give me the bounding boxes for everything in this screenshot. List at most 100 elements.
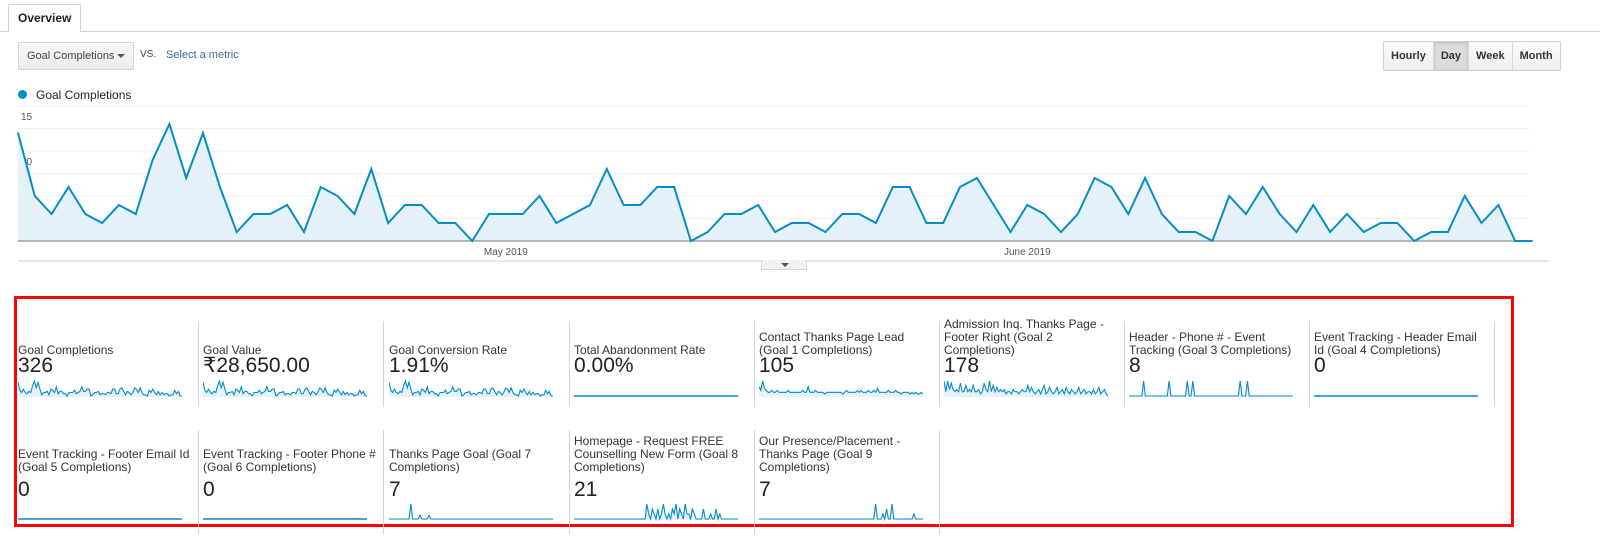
data-point[interactable] <box>555 222 558 224</box>
data-point[interactable] <box>723 213 726 215</box>
scorecard[interactable]: Thanks Page Goal (Goal 7 Completions) 7 <box>385 430 570 534</box>
data-point[interactable] <box>589 204 591 206</box>
data-point[interactable] <box>841 213 844 215</box>
scorecard[interactable]: Contact Thanks Page Lead (Goal 1 Complet… <box>755 321 940 407</box>
period-week-button[interactable]: Week <box>1469 42 1513 70</box>
period-hourly-button[interactable]: Hourly <box>1384 42 1434 70</box>
data-point[interactable] <box>790 222 793 224</box>
data-point[interactable] <box>656 186 659 188</box>
data-point[interactable] <box>303 231 305 233</box>
data-point[interactable] <box>1127 213 1130 215</box>
data-point[interactable] <box>975 177 978 179</box>
scorecard[interactable]: Header - Phone # - Event Tracking (Goal … <box>1125 321 1310 407</box>
data-point[interactable] <box>269 213 272 215</box>
data-point[interactable] <box>286 204 289 206</box>
data-point[interactable] <box>1211 240 1214 242</box>
data-point[interactable] <box>404 204 406 206</box>
data-point[interactable] <box>908 186 911 188</box>
scorecard[interactable]: Event Tracking - Header Email Id (Goal 4… <box>1310 321 1495 407</box>
data-point[interactable] <box>858 213 861 215</box>
data-point[interactable] <box>740 213 743 215</box>
data-point[interactable] <box>420 204 423 206</box>
tab-overview[interactable]: Overview <box>8 4 82 33</box>
data-point[interactable] <box>1043 213 1046 215</box>
data-point[interactable] <box>168 123 171 125</box>
data-point[interactable] <box>471 240 474 242</box>
data-point[interactable] <box>252 213 255 215</box>
data-point[interactable] <box>1463 195 1466 197</box>
data-point[interactable] <box>1026 204 1029 206</box>
data-point[interactable] <box>84 213 87 215</box>
data-point[interactable] <box>1531 240 1533 242</box>
data-point[interactable] <box>891 186 894 188</box>
data-point[interactable] <box>1514 240 1517 242</box>
data-point[interactable] <box>370 168 373 170</box>
data-point[interactable] <box>1110 186 1113 188</box>
data-point[interactable] <box>875 222 877 224</box>
data-point[interactable] <box>1396 222 1399 224</box>
data-point[interactable] <box>942 222 945 224</box>
data-point[interactable] <box>1261 186 1264 188</box>
scorecard[interactable]: Admission Inq. Thanks Page - Footer Righ… <box>940 318 1125 407</box>
data-point[interactable] <box>1362 231 1365 233</box>
data-point[interactable] <box>235 231 238 233</box>
data-point[interactable] <box>1329 231 1332 233</box>
data-point[interactable] <box>319 186 322 188</box>
data-point[interactable] <box>1413 240 1416 242</box>
data-point[interactable] <box>353 213 356 215</box>
data-point[interactable] <box>774 231 776 233</box>
data-point[interactable] <box>1060 231 1062 233</box>
data-point[interactable] <box>1446 231 1449 233</box>
data-point[interactable] <box>1295 231 1298 233</box>
data-point[interactable] <box>824 231 827 233</box>
data-point[interactable] <box>605 168 608 170</box>
data-point[interactable] <box>454 222 457 224</box>
data-point[interactable] <box>1379 222 1382 224</box>
data-point[interactable] <box>1177 231 1180 233</box>
data-point[interactable] <box>1161 213 1163 215</box>
data-point[interactable] <box>1346 213 1348 215</box>
data-point[interactable] <box>1009 231 1012 233</box>
data-point[interactable] <box>488 213 490 215</box>
data-point[interactable] <box>1228 195 1231 197</box>
data-point[interactable] <box>706 231 709 233</box>
data-point[interactable] <box>185 177 188 179</box>
scorecard[interactable]: Goal Conversion Rate 1.91% <box>385 321 570 407</box>
scorecard[interactable]: Homepage - Request FREE Counselling New … <box>570 430 755 534</box>
data-point[interactable] <box>101 222 104 224</box>
data-point[interactable] <box>521 213 524 215</box>
select-compare-metric-link[interactable]: Select a metric <box>166 49 239 61</box>
data-point[interactable] <box>1144 177 1146 179</box>
data-point[interactable] <box>1497 204 1500 206</box>
metric-dropdown[interactable]: Goal Completions <box>18 42 134 70</box>
data-point[interactable] <box>1312 204 1315 206</box>
data-point[interactable] <box>437 222 440 224</box>
scorecard[interactable]: Goal Completions 326 <box>14 321 199 407</box>
data-point[interactable] <box>67 186 70 188</box>
data-point[interactable] <box>202 132 204 134</box>
data-point[interactable] <box>1076 213 1079 215</box>
data-point[interactable] <box>134 213 137 215</box>
scorecard[interactable]: Event Tracking - Footer Phone # (Goal 6 … <box>199 430 384 534</box>
data-point[interactable] <box>673 186 675 188</box>
data-point[interactable] <box>757 204 760 206</box>
data-point[interactable] <box>689 240 692 242</box>
data-point[interactable] <box>1093 177 1096 179</box>
period-month-button[interactable]: Month <box>1512 42 1560 70</box>
data-point[interactable] <box>151 159 154 161</box>
scorecard[interactable]: Our Presence/Placement - Thanks Page (Go… <box>755 430 940 534</box>
data-point[interactable] <box>504 213 507 215</box>
data-point[interactable] <box>572 213 575 215</box>
data-point[interactable] <box>1245 213 1247 215</box>
data-point[interactable] <box>1480 222 1483 224</box>
data-point[interactable] <box>807 222 810 224</box>
period-day-button[interactable]: Day <box>1433 42 1470 70</box>
data-point[interactable] <box>336 195 339 197</box>
data-point[interactable] <box>118 204 120 206</box>
data-point[interactable] <box>17 132 19 134</box>
scorecard[interactable]: Event Tracking - Footer Email Id (Goal 5… <box>14 430 199 534</box>
data-point[interactable] <box>992 204 995 206</box>
data-point[interactable] <box>33 195 36 197</box>
data-point[interactable] <box>218 186 221 188</box>
data-point[interactable] <box>925 222 928 224</box>
